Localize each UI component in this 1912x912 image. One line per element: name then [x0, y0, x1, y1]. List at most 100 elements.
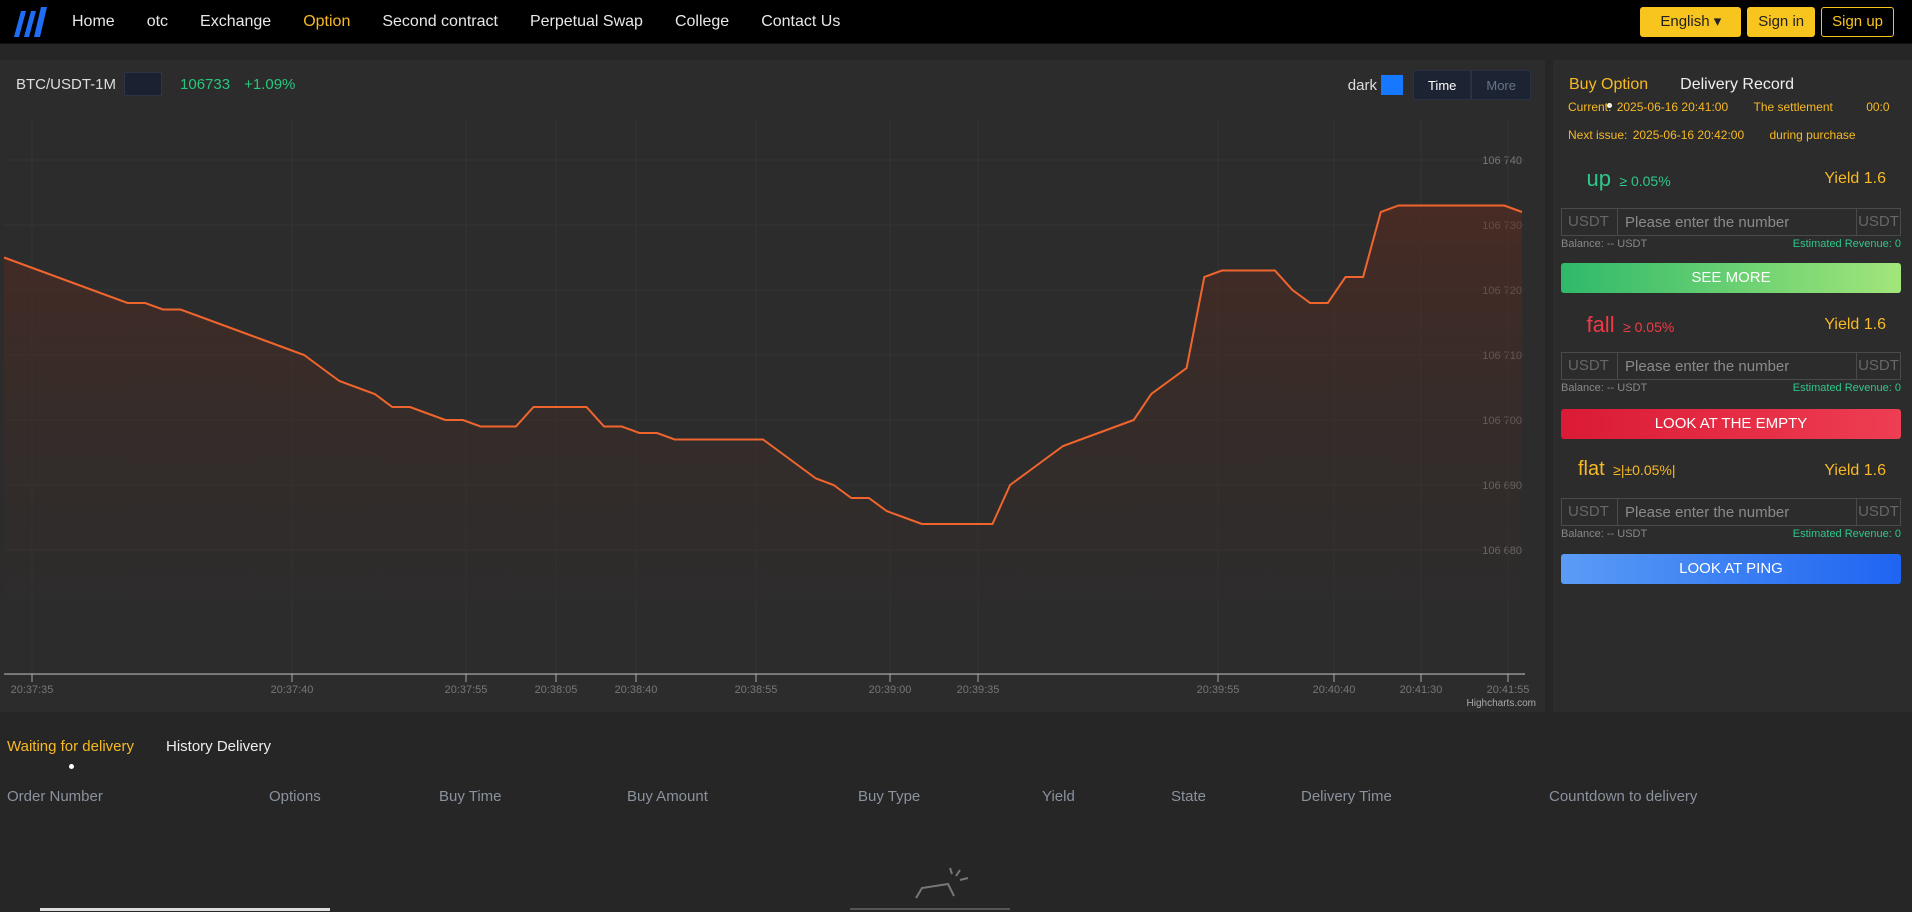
estimated-revenue: Estimated Revenue: 0 — [1792, 528, 1901, 540]
fall-balance-row: Balance: -- USDT Estimated Revenue: 0 — [1561, 382, 1901, 394]
order-tabs: Waiting for delivery History Delivery — [7, 738, 271, 769]
current-time: 2025-06-16 20:41:00 — [1616, 100, 1729, 114]
balance-text: Balance: -- USDT — [1561, 238, 1648, 250]
x-tick-label: 20:37:40 — [271, 684, 314, 696]
next-issue-row: Next issue: 2025-06-16 20:42:00 during p… — [1568, 128, 1856, 142]
active-tab-dot — [68, 764, 74, 769]
current-label: Current: — [1568, 100, 1612, 114]
logo-icon[interactable] — [10, 5, 48, 39]
option-flat-header: flat ≥|±0.05%| Yield 1.6 — [1578, 458, 1898, 484]
option-flat-yield: Yield 1.6 — [1824, 462, 1886, 479]
chart-header: BTC/USDT-1M 106733 +1.09% — [16, 72, 295, 96]
unit-label: USDT — [1856, 209, 1900, 235]
pair-label: BTC/USDT-1M — [16, 75, 117, 93]
tab-waiting-delivery[interactable]: Waiting for delivery — [7, 738, 134, 769]
tab-waiting-delivery-label: Waiting for delivery — [7, 738, 134, 755]
time-button[interactable]: Time — [1412, 70, 1472, 100]
option-fall-header: fall ≥ 0.05% Yield 1.6 — [1578, 312, 1898, 338]
look-at-ping-button[interactable]: LOOK AT PING — [1561, 554, 1901, 584]
nav-option[interactable]: Option — [303, 13, 350, 31]
balance-text: Balance: -- USDT — [1561, 528, 1648, 540]
option-fall-range: ≥ 0.05% — [1623, 319, 1675, 335]
look-at-empty-button[interactable]: LOOK AT THE EMPTY — [1561, 409, 1901, 439]
y-tick-label: 106 740 — [1482, 155, 1522, 167]
x-tick-label: 20:37:55 — [445, 684, 488, 696]
x-tick-label: 20:38:55 — [735, 684, 778, 696]
currency-selector[interactable]: USDT — [1562, 209, 1618, 235]
option-up-yield: Yield 1.6 — [1824, 170, 1886, 187]
option-up-name: up — [1586, 166, 1611, 191]
nav-contact-us[interactable]: Contact Us — [761, 13, 840, 31]
next-time: 2025-06-16 20:42:00 — [1632, 128, 1745, 142]
more-button[interactable]: More — [1471, 70, 1531, 100]
tab-history-delivery[interactable]: History Delivery — [166, 738, 271, 755]
side-tabs: Buy Option Delivery Record — [1569, 76, 1794, 108]
nav-links: Home otc Exchange Option Second contract… — [72, 0, 872, 44]
pair-selector-icon[interactable] — [124, 72, 163, 96]
theme-toggle-icon[interactable] — [1380, 75, 1403, 95]
tab-buy-option-label: Buy Option — [1569, 76, 1649, 93]
purchase-label: during purchase — [1769, 128, 1856, 142]
theme-label: dark — [1347, 76, 1377, 94]
up-amount-row: USDT USDT — [1561, 208, 1901, 236]
unit-label: USDT — [1856, 353, 1900, 379]
see-more-button[interactable]: SEE MORE — [1561, 263, 1901, 293]
flat-amount-input[interactable] — [1618, 499, 1856, 525]
chart-panel: 106 740106 730106 720106 710106 700106 6… — [0, 60, 1545, 712]
price-change: +1.09% — [244, 75, 296, 93]
currency-selector[interactable]: USDT — [1562, 353, 1618, 379]
currency-selector[interactable]: USDT — [1562, 499, 1618, 525]
x-tick-label: 20:38:05 — [535, 684, 578, 696]
up-balance-row: Balance: -- USDT Estimated Revenue: 0 — [1561, 238, 1901, 250]
option-fall-yield: Yield 1.6 — [1824, 316, 1886, 333]
tab-delivery-record[interactable]: Delivery Record — [1680, 76, 1794, 94]
top-navbar: Home otc Exchange Option Second contract… — [0, 0, 1912, 44]
x-tick-label: 20:39:35 — [957, 684, 1000, 696]
col-order-number: Order Number — [7, 788, 103, 805]
nav-college[interactable]: College — [675, 13, 729, 31]
fall-amount-input[interactable] — [1618, 353, 1856, 379]
x-tick-label: 20:41:30 — [1400, 684, 1443, 696]
up-amount-input[interactable] — [1618, 209, 1856, 235]
col-countdown: Countdown to delivery — [1549, 788, 1698, 805]
price-chart[interactable]: 106 740106 730106 720106 710106 700106 6… — [0, 60, 1545, 712]
x-tick-label: 20:40:40 — [1313, 684, 1356, 696]
option-fall-name: fall — [1586, 312, 1615, 337]
option-up-header: up ≥ 0.05% Yield 1.6 — [1578, 166, 1898, 192]
orders-section: Waiting for delivery History Delivery Or… — [0, 720, 1912, 912]
settlement-label: The settlement — [1753, 100, 1833, 114]
empty-box-icon — [915, 867, 969, 899]
nav-second-contract[interactable]: Second contract — [382, 13, 498, 31]
horizontal-scrollbar[interactable] — [40, 908, 330, 911]
option-flat-name: flat — [1578, 458, 1605, 480]
tab-buy-option[interactable]: Buy Option — [1569, 76, 1649, 108]
balance-text: Balance: -- USDT — [1561, 382, 1648, 394]
col-state: State — [1171, 788, 1207, 805]
nav-otc[interactable]: otc — [147, 13, 168, 31]
option-side-panel: Buy Option Delivery Record Current: 2025… — [1553, 60, 1912, 712]
nav-actions: English ▾ Sign in Sign up — [1640, 7, 1894, 37]
fall-amount-row: USDT USDT — [1561, 352, 1901, 380]
col-buy-time: Buy Time — [439, 788, 502, 805]
col-buy-amount: Buy Amount — [627, 788, 708, 805]
option-flat-range: ≥|±0.05%| — [1613, 462, 1676, 478]
x-tick-label: 20:41:55 — [1487, 684, 1530, 696]
estimated-revenue: Estimated Revenue: 0 — [1792, 382, 1901, 394]
x-tick-label: 20:38:40 — [615, 684, 658, 696]
flat-amount-row: USDT USDT — [1561, 498, 1901, 526]
col-options: Options — [269, 788, 321, 805]
col-delivery-time: Delivery Time — [1301, 788, 1392, 805]
sign-up-button[interactable]: Sign up — [1821, 7, 1894, 37]
next-label: Next issue: — [1568, 128, 1628, 142]
chart-credit: Highcharts.com — [1467, 698, 1536, 709]
option-up-range: ≥ 0.05% — [1619, 173, 1671, 189]
nav-exchange[interactable]: Exchange — [200, 13, 271, 31]
sign-in-button[interactable]: Sign in — [1747, 7, 1816, 37]
x-tick-label: 20:39:55 — [1197, 684, 1240, 696]
unit-label: USDT — [1856, 499, 1900, 525]
nav-home[interactable]: Home — [72, 13, 115, 31]
nav-perpetual-swap[interactable]: Perpetual Swap — [530, 13, 643, 31]
chart-tools: dark Time More — [1348, 70, 1531, 100]
language-dropdown[interactable]: English ▾ — [1640, 7, 1742, 37]
x-tick-label: 20:39:00 — [869, 684, 912, 696]
